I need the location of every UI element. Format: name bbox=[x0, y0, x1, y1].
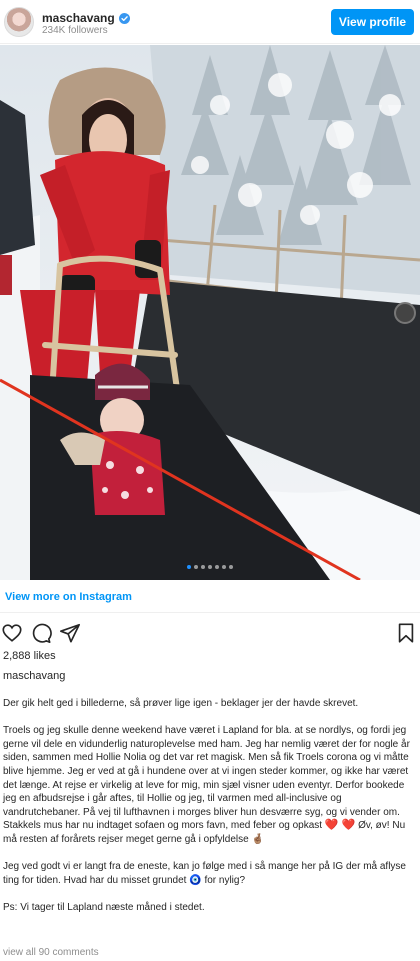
carousel-dot bbox=[194, 565, 198, 569]
divider bbox=[0, 612, 420, 613]
view-comments-link[interactable]: view all 90 comments bbox=[3, 947, 99, 958]
avatar[interactable] bbox=[4, 7, 34, 37]
carousel-dot bbox=[222, 565, 226, 569]
post-photo[interactable] bbox=[0, 45, 420, 580]
pill-emoji-icon: 🧿 bbox=[189, 874, 202, 886]
heart-icon[interactable] bbox=[1, 622, 23, 644]
caption-text: Troels og jeg skulle denne weekend have … bbox=[3, 725, 410, 832]
comment-icon[interactable] bbox=[30, 622, 52, 644]
carousel-dot bbox=[201, 565, 205, 569]
caption-paragraph: Der gik helt ged i billederne, så prøver… bbox=[3, 698, 359, 709]
bookmark-icon[interactable] bbox=[395, 622, 417, 644]
fingers-crossed-emoji-icon: 🤞🏽 bbox=[251, 833, 264, 845]
follower-count: 234K followers bbox=[42, 25, 108, 36]
caption-paragraph: Jeg ved godt vi er langt fra de eneste, … bbox=[3, 860, 415, 887]
caption-paragraph: Troels og jeg skulle denne weekend have … bbox=[3, 724, 415, 846]
username-row: maschavang bbox=[42, 11, 130, 25]
caption-text: for nylig? bbox=[204, 874, 246, 886]
carousel-dot bbox=[215, 565, 219, 569]
username[interactable]: maschavang bbox=[42, 11, 115, 25]
caption-username[interactable]: maschavang bbox=[3, 670, 65, 682]
share-icon[interactable] bbox=[59, 622, 81, 644]
post-header: maschavang 234K followers View profile bbox=[0, 0, 420, 44]
caption-paragraph: Ps: Vi tager til Lapland næste måned i s… bbox=[3, 901, 205, 913]
carousel-indicator bbox=[0, 565, 420, 569]
like-count[interactable]: 2,888 likes bbox=[3, 650, 56, 662]
view-more-link[interactable]: View more on Instagram bbox=[5, 591, 132, 603]
action-bar bbox=[0, 620, 420, 646]
photo-image bbox=[0, 45, 420, 580]
heart-emoji-icon: ❤️ ❤️ bbox=[324, 819, 356, 832]
carousel-dot bbox=[187, 565, 191, 569]
caption: Der gik helt ged i billederne, så prøver… bbox=[3, 697, 415, 915]
carousel-dot bbox=[208, 565, 212, 569]
verified-badge-icon bbox=[118, 12, 130, 24]
view-profile-button[interactable]: View profile bbox=[331, 9, 414, 35]
carousel-dot bbox=[229, 565, 233, 569]
